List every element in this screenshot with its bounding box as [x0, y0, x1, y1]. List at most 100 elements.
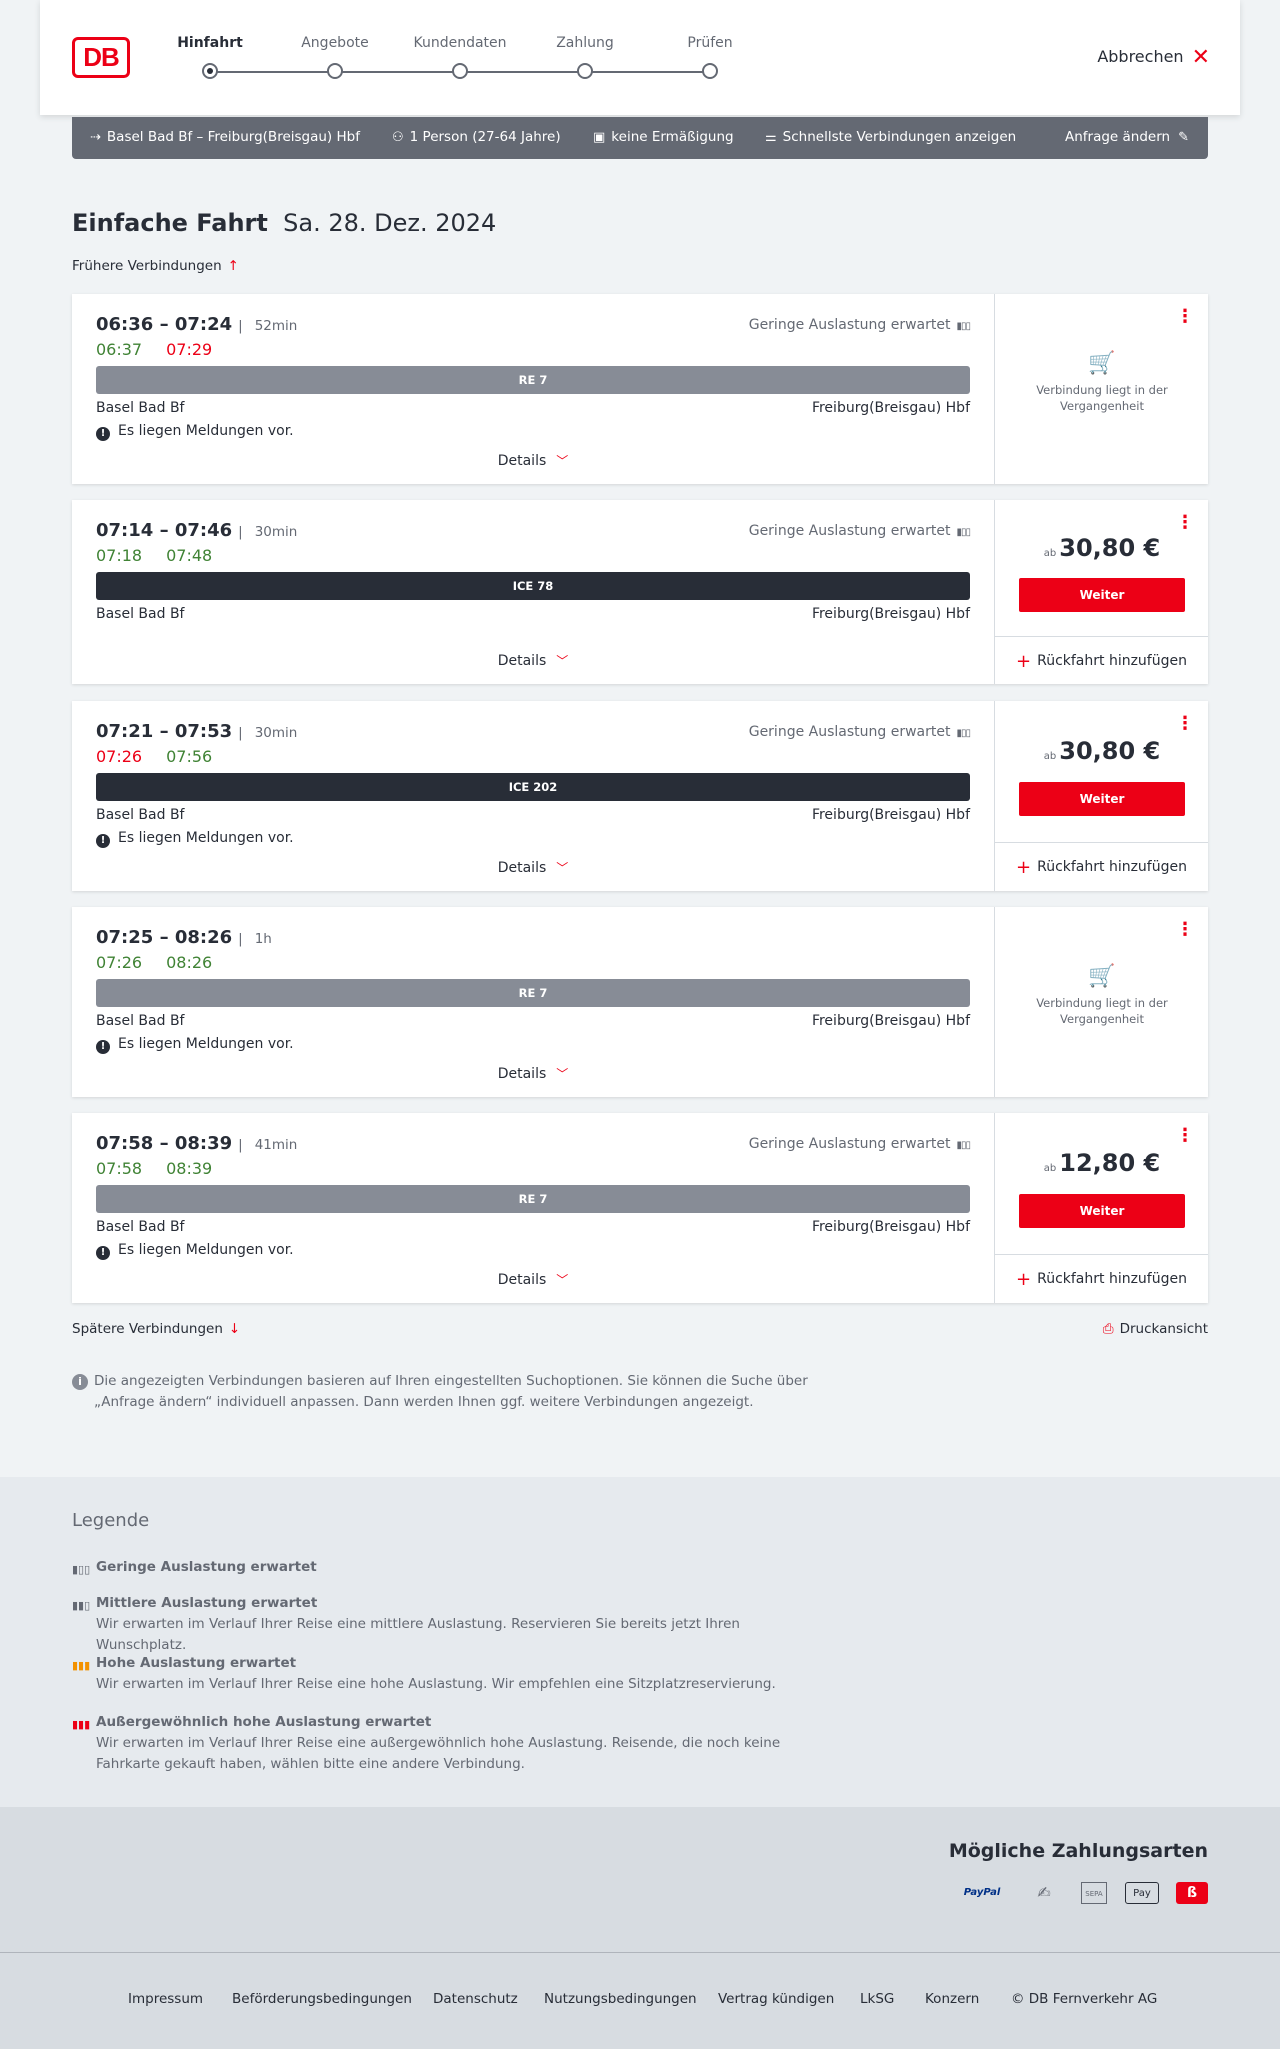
price: ab 30,80 € [1043, 534, 1161, 562]
connection-times: 07:14 – 07:4630min [96, 520, 297, 541]
chevron-down-icon: ﹀ [556, 1067, 569, 1081]
departure-station: Basel Bad Bf [96, 1219, 185, 1235]
print-view-link[interactable]: ⎙ Druckansicht [1103, 1321, 1208, 1337]
message-notice: ! Es liegen Meldungen vor. [96, 830, 294, 848]
continue-button[interactable]: Weiter [1019, 782, 1185, 816]
legend-section: Legende ▮▯▯ Geringe Auslastung erwartet ▮… [0, 1477, 1280, 1807]
details-toggle[interactable]: Details ﹀ [72, 859, 994, 876]
legend-item-high: ▮▮▮ Hohe Auslastung erwartet Wir erwarten … [72, 1655, 776, 1692]
past-connection-notice: 🛒 Verbindung liegt in der Vergangenheit [995, 964, 1209, 1027]
departure-station: Basel Bad Bf [96, 1013, 185, 1029]
cart-unavailable-icon: 🛒 [1088, 351, 1116, 376]
footer: Impressum Beförderungsbedingungen Datens… [0, 1952, 1280, 2049]
cancel-button[interactable]: Abbrechen ✕ [1097, 45, 1210, 70]
change-request-button[interactable]: Anfrage ändern ✎ [1065, 129, 1195, 145]
train-bar[interactable]: ICE 202 [96, 773, 970, 801]
occupancy-low-icon: ▮▯▯ [72, 1563, 91, 1576]
later-connections-link[interactable]: Spätere Verbindungen ↓ [72, 1321, 240, 1337]
legend-item-extreme: ▮▮▮ Außergewöhnlich hohe Auslastung erwar… [72, 1714, 781, 1772]
footer-link-datenschutz[interactable]: Datenschutz [433, 1991, 518, 2007]
train-bar[interactable]: RE 7 [96, 366, 970, 394]
details-toggle[interactable]: Details ﹀ [72, 1065, 994, 1082]
train-bar[interactable]: RE 7 [96, 979, 970, 1007]
message-notice: ! Es liegen Meldungen vor. [96, 1242, 294, 1260]
details-toggle[interactable]: Details ﹀ [72, 1271, 994, 1288]
connection-times: 07:25 – 08:261h [96, 927, 272, 948]
realtime-times: 06:37 07:29 [96, 340, 213, 359]
connection-times: 06:36 – 07:2452min [96, 314, 297, 335]
connection-card: 07:14 – 07:4630min Geringe Auslastung er… [72, 500, 1208, 684]
occupancy-label: Geringe Auslastung erwartet ▮▯▯ [748, 523, 971, 539]
summary-route: ⇢ Basel Bad Bf – Freiburg(Breisgau) Hbf [90, 129, 360, 145]
db-logo[interactable]: DB [72, 37, 130, 78]
chevron-down-icon: ﹀ [556, 454, 569, 468]
payment-methods-section: Mögliche Zahlungsarten PayPal ✍ SEPA Pay… [0, 1807, 1280, 1952]
occupancy-medium-icon: ▮▮▯ [72, 1599, 91, 1612]
details-toggle[interactable]: Details ﹀ [72, 652, 994, 669]
step-dot [577, 63, 593, 79]
alert-icon: ! [96, 834, 110, 848]
cart-unavailable-icon: 🛒 [1088, 964, 1116, 989]
connection-card: 07:21 – 07:5330min Geringe Auslastung er… [72, 701, 1208, 891]
legend-item-low: ▮▯▯ Geringe Auslastung erwartet [72, 1557, 832, 1578]
message-notice: ! Es liegen Meldungen vor. [96, 1036, 294, 1054]
more-options-icon[interactable]: ⋮ [1176, 1127, 1194, 1145]
arrow-down-icon: ↓ [228, 1321, 241, 1337]
connection-card: 07:25 – 08:261h 07:2608:26 RE 7 Basel Ba… [72, 907, 1208, 1097]
more-options-icon[interactable]: ⋮ [1176, 514, 1194, 532]
db-card-icon: ß [1176, 1882, 1208, 1904]
person-icon: ⚇ [392, 130, 404, 145]
continue-button[interactable]: Weiter [1019, 1194, 1185, 1228]
details-toggle[interactable]: Details ﹀ [72, 452, 994, 469]
arrival-station: Freiburg(Breisgau) Hbf [811, 400, 970, 416]
add-return-trip-button[interactable]: + Rückfahrt hinzufügen [995, 1254, 1208, 1302]
more-options-icon[interactable]: ⋮ [1176, 715, 1194, 733]
add-return-trip-button[interactable]: + Rückfahrt hinzufügen [995, 636, 1208, 684]
search-summary-bar: ⇢ Basel Bad Bf – Freiburg(Breisgau) Hbf ⚇… [72, 117, 1208, 159]
step-dot [452, 63, 468, 79]
realtime-times: 07:26 08:26 [96, 953, 213, 972]
earlier-connections-link[interactable]: Frühere Verbindungen ↑ [72, 258, 239, 274]
occupancy-label: Geringe Auslastung erwartet ▮▯▯ [748, 317, 971, 333]
pencil-icon: ✎ [1178, 130, 1190, 145]
footer-link-lksg[interactable]: LkSG [860, 1991, 894, 2007]
add-return-trip-button[interactable]: + Rückfahrt hinzufügen [995, 842, 1208, 890]
summary-option: ⚌ Schnellste Verbindungen anzeigen [765, 129, 1017, 145]
plus-icon: + [1016, 857, 1032, 878]
occupancy-label: Geringe Auslastung erwartet ▮▯▯ [748, 724, 971, 740]
past-connection-notice: 🛒 Verbindung liegt in der Vergangenheit [995, 351, 1209, 414]
alert-icon: ! [96, 1246, 110, 1260]
plus-icon: + [1016, 651, 1032, 672]
continue-button[interactable]: Weiter [1019, 578, 1185, 612]
price: ab 30,80 € [1043, 737, 1161, 765]
step-dot [702, 63, 718, 79]
summary-passengers: ⚇ 1 Person (27-64 Jahre) [392, 129, 561, 145]
printer-icon: ⎙ [1102, 1321, 1114, 1337]
step-dot [327, 63, 343, 79]
occupancy-low-icon: ▮▯▯ [956, 527, 970, 538]
occupancy-label: Geringe Auslastung erwartet ▮▯▯ [748, 1136, 971, 1152]
footer-link-impressum[interactable]: Impressum [128, 1991, 203, 2007]
card-icon: ▣ [593, 130, 606, 145]
direct-debit-icon: ✍ [1037, 1883, 1051, 1902]
info-notice: i Die angezeigten Verbindungen basieren a… [72, 1371, 852, 1413]
more-options-icon[interactable]: ⋮ [1176, 921, 1194, 939]
arrival-station: Freiburg(Breisgau) Hbf [811, 606, 970, 622]
filter-icon: ⚌ [765, 130, 777, 145]
alert-icon: ! [96, 427, 110, 441]
connection-card: 07:58 – 08:3941min Geringe Auslastung er… [72, 1113, 1208, 1303]
more-options-icon[interactable]: ⋮ [1176, 308, 1194, 326]
train-bar[interactable]: ICE 78 [96, 572, 970, 600]
realtime-times: 07:58 08:39 [96, 1159, 213, 1178]
footer-link-befoerderungsbedingungen[interactable]: Beförderungsbedingungen [232, 1991, 412, 2007]
realtime-times: 07:26 07:56 [96, 747, 213, 766]
footer-link-vertrag-kuendigen[interactable]: Vertrag kündigen [718, 1991, 834, 2007]
summary-discount: ▣ keine Ermäßigung [593, 129, 734, 145]
legend-item-medium: ▮▮▯ Mittlere Auslastung erwartet Wir erwar… [72, 1595, 740, 1653]
apple-pay-logo: Pay [1125, 1882, 1159, 1904]
footer-link-konzern[interactable]: Konzern [925, 1991, 979, 2007]
price: ab 12,80 € [1043, 1149, 1161, 1177]
train-bar[interactable]: RE 7 [96, 1185, 970, 1213]
realtime-times: 07:18 07:48 [96, 546, 213, 565]
footer-link-nutzungsbedingungen[interactable]: Nutzungsbedingungen [544, 1991, 697, 2007]
